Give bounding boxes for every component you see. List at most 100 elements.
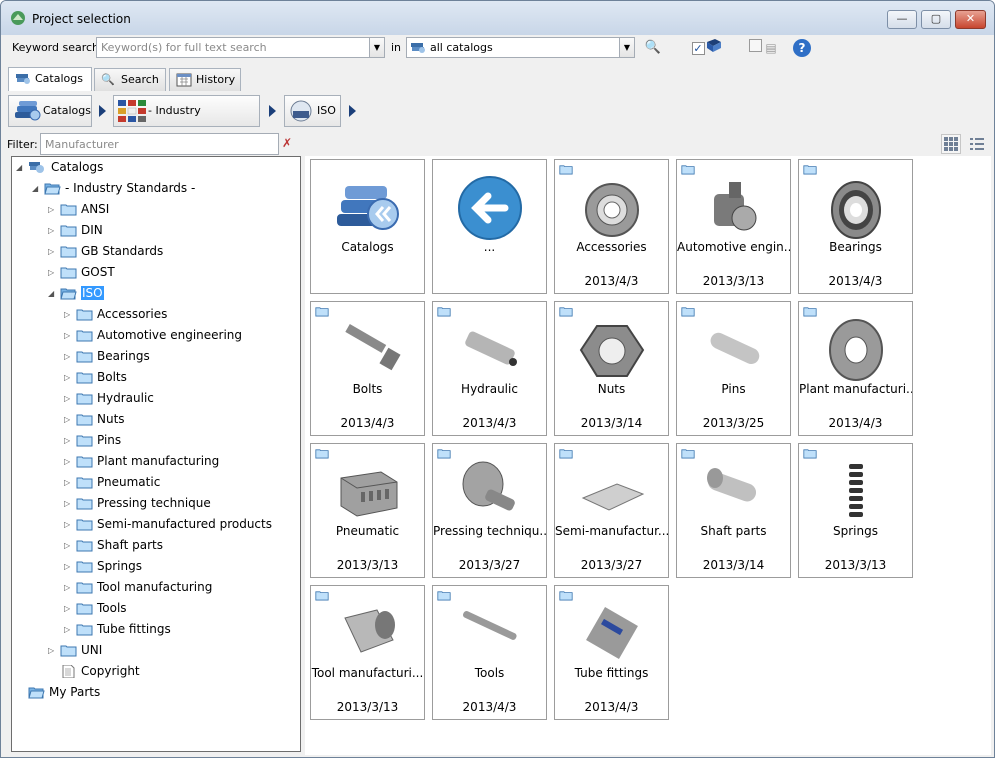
expand-arrow-icon[interactable]: ▷: [64, 499, 73, 508]
expand-arrow-icon[interactable]: ▷: [48, 205, 57, 214]
expand-arrow-icon[interactable]: ▷: [64, 373, 73, 382]
card-date: 2013/3/27: [458, 558, 521, 572]
catalog-card-semi-manufactur[interactable]: Semi-manufactur... 2013/3/27: [554, 443, 669, 578]
folder-icon: [60, 245, 77, 258]
breadcrumb-industry-standards[interactable]: - Industry Standards -: [113, 95, 260, 147]
list-view-button[interactable]: [967, 134, 987, 154]
close-button[interactable]: ✕: [955, 10, 986, 29]
expand-arrow-icon[interactable]: ▷: [64, 394, 73, 403]
catalog-grid: Catalogs... Accessories 2013/4/3 Automotive…: [305, 156, 991, 755]
keyword-search-label: Keyword search:: [12, 41, 103, 54]
expand-arrow-icon[interactable]: ▷: [64, 310, 73, 319]
catalog-card-parent-folder[interactable]: ...: [432, 159, 547, 294]
collapse-arrow-icon[interactable]: ◢: [16, 163, 25, 172]
tab-search[interactable]: 🔍 Search: [94, 68, 166, 91]
folder-badge-icon: [681, 306, 695, 317]
catalog-card-hydraulic[interactable]: Hydraulic 2013/4/3: [432, 301, 547, 436]
expand-arrow-icon[interactable]: ▷: [64, 604, 73, 613]
breadcrumb-iso-label: ISO: [317, 104, 336, 117]
thumbnail-view-button[interactable]: [941, 134, 961, 154]
expand-arrow-icon[interactable]: ▷: [48, 646, 57, 655]
expand-arrow-icon[interactable]: ▷: [64, 478, 73, 487]
card-name: Pressing techniqu...: [433, 524, 546, 538]
search-go-icon[interactable]: 🔍: [643, 38, 663, 58]
card-date: 2013/4/3: [462, 416, 517, 430]
keyword-search-input[interactable]: Keyword(s) for full text search: [101, 41, 267, 54]
iso-logo-icon: [290, 100, 312, 122]
tree-label: Nuts: [97, 412, 125, 426]
catalog-card-bolts[interactable]: Bolts 2013/4/3: [310, 301, 425, 436]
catalog-scope-select[interactable]: all catalogs ▼: [406, 37, 635, 58]
card-date: 2013/3/27: [580, 558, 643, 572]
expand-arrow-icon[interactable]: ▷: [48, 226, 57, 235]
tree-label: Accessories: [97, 307, 168, 321]
minimize-button[interactable]: —: [887, 10, 917, 29]
catalog-card-pressing-techniqu[interactable]: Pressing techniqu... 2013/3/27: [432, 443, 547, 578]
folder-badge-icon: [315, 448, 329, 459]
keyword-search-combo[interactable]: Keyword(s) for full text search ▼: [96, 37, 385, 58]
catalog-card-pins[interactable]: Pins 2013/3/25: [676, 301, 791, 436]
catalog-card-accessories[interactable]: Accessories 2013/4/3: [554, 159, 669, 294]
expand-arrow-icon[interactable]: ▷: [64, 520, 73, 529]
card-date: 2013/4/3: [584, 274, 639, 288]
catalogs-small-icon: [411, 43, 425, 53]
breadcrumb-iso[interactable]: ISO: [284, 95, 341, 127]
catalog-card-nuts[interactable]: Nuts 2013/3/14: [554, 301, 669, 436]
breadcrumb-catalogs[interactable]: Catalogs: [8, 95, 92, 127]
filter-input[interactable]: Manufacturer: [40, 133, 279, 155]
folder-icon: [76, 602, 93, 615]
clear-filter-icon[interactable]: ✗: [282, 136, 292, 150]
catalog-card-tools[interactable]: Tools 2013/4/3: [432, 585, 547, 720]
tree-label: Springs: [97, 559, 142, 573]
title-bar: Project selection — ▢ ✕: [1, 1, 994, 35]
breadcrumb-separator-icon: [99, 105, 106, 117]
catalog-card-tube-fittings[interactable]: Tube fittings 2013/4/3: [554, 585, 669, 720]
expand-arrow-icon[interactable]: ▷: [48, 268, 57, 277]
folder-icon: [60, 224, 77, 237]
tree-label: ANSI: [81, 202, 110, 216]
catalog-card-catalogs[interactable]: Catalogs: [310, 159, 425, 294]
tab-history[interactable]: History: [169, 68, 241, 91]
expand-arrow-icon[interactable]: ▷: [64, 625, 73, 634]
expand-arrow-icon[interactable]: ▷: [64, 415, 73, 424]
catalog-card-pneumatic[interactable]: Pneumatic 2013/3/13: [310, 443, 425, 578]
folder-icon: [76, 392, 93, 405]
expand-arrow-icon[interactable]: ▷: [64, 562, 73, 571]
card-date: 2013/4/3: [828, 416, 883, 430]
expand-arrow-icon[interactable]: ▷: [64, 352, 73, 361]
flange-icon: [821, 316, 891, 384]
expand-arrow-icon[interactable]: ▷: [64, 541, 73, 550]
card-date: 2013/4/3: [584, 700, 639, 714]
folder-badge-icon: [559, 164, 573, 175]
expand-arrow-icon[interactable]: ▷: [64, 331, 73, 340]
expand-arrow-icon[interactable]: ▷: [64, 436, 73, 445]
catalog-card-shaft-parts[interactable]: Shaft parts 2013/3/14: [676, 443, 791, 578]
catalog-card-bearings[interactable]: Bearings 2013/4/3: [798, 159, 913, 294]
collapse-arrow-icon[interactable]: ◢: [48, 289, 57, 298]
bearing-icon: [821, 174, 891, 242]
card-name: Plant manufacturi...: [799, 382, 912, 396]
help-icon[interactable]: ?: [792, 38, 812, 58]
catalog-card-automotive-engin[interactable]: Automotive engin... 2013/3/13: [676, 159, 791, 294]
catalog-card-plant-manufacturi[interactable]: Plant manufacturi... 2013/4/3: [798, 301, 913, 436]
folder-icon: [76, 623, 93, 636]
expand-arrow-icon[interactable]: ▷: [64, 583, 73, 592]
tree-label: Pressing technique: [97, 496, 211, 510]
maximize-button[interactable]: ▢: [921, 10, 951, 29]
catalog-card-tool-manufacturi[interactable]: Tool manufacturi... 2013/3/13: [310, 585, 425, 720]
keyword-dropdown-arrow-icon[interactable]: ▼: [369, 38, 384, 57]
plate-icon: [577, 458, 647, 526]
scope-dropdown-arrow-icon[interactable]: ▼: [619, 38, 634, 57]
catalog-tree[interactable]: ◢ Catalogs ◢ - Industry Standards - ▷ ANS…: [11, 156, 301, 752]
expand-arrow-icon[interactable]: ▷: [64, 457, 73, 466]
folder-badge-icon: [437, 306, 451, 317]
folder-icon: [76, 539, 93, 552]
tab-catalogs[interactable]: Catalogs: [8, 67, 92, 91]
catalog-card-springs[interactable]: Springs 2013/3/13: [798, 443, 913, 578]
tree-label: Tube fittings: [97, 622, 171, 636]
expand-arrow-icon[interactable]: ▷: [48, 247, 57, 256]
collapse-arrow-icon[interactable]: ◢: [32, 184, 41, 193]
spring-icon: [821, 458, 891, 526]
project-selection-window: Project selection — ▢ ✕ Keyword search: …: [0, 0, 995, 758]
card-date: 2013/3/13: [336, 700, 399, 714]
